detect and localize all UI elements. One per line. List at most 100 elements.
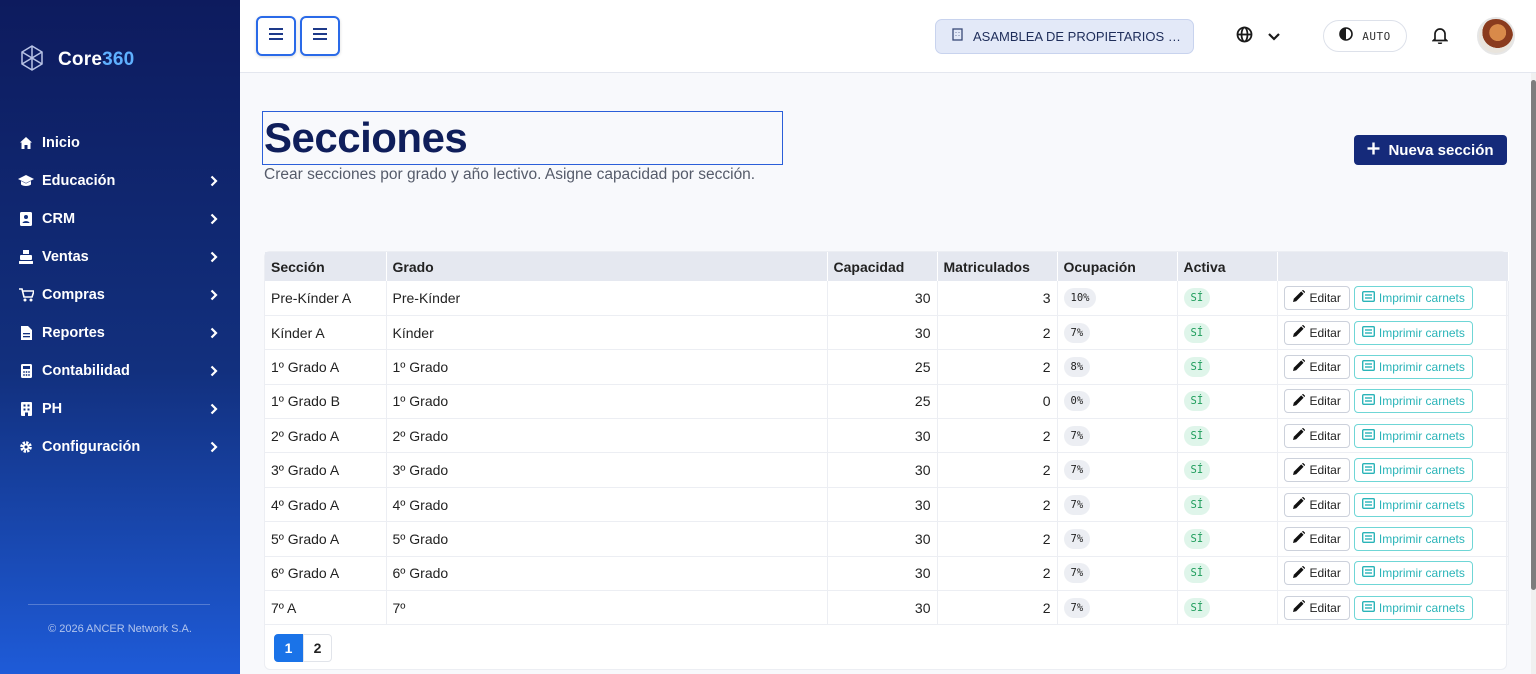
print-cards-button[interactable]: Imprimir carnets [1353,492,1473,517]
sidebar-item-home[interactable]: Inicio [0,124,240,162]
sidebar-item-report-file[interactable]: Reportes [0,314,240,352]
pencil-icon [1292,324,1305,340]
chevron-down-icon [1267,28,1281,46]
sidebar-divider [28,604,210,605]
edit-button[interactable]: Editar [1283,492,1350,517]
chevron-right-icon [208,289,220,301]
cell-matriculados: 2 [937,487,1058,523]
cell-seccion: Pre-Kínder A [265,281,387,316]
cell-capacidad: 30 [827,418,938,454]
sidebar-item-shopping-cart[interactable]: Compras [0,276,240,314]
occupancy-badge: 7% [1063,528,1091,549]
occupancy-badge: 7% [1063,425,1091,446]
occupancy-badge: 0% [1063,391,1091,412]
table-row: 5º Grado A 5º Grado 30 2 7% SÍ Editar Imprimir … [265,521,1509,557]
table-row: 2º Grado A 2º Grado 30 2 7% SÍ Editar Imprimir … [265,418,1509,454]
sections-table-card: Sección Grado Capacidad Matriculados Ocu… [264,251,1509,670]
sidebar-item-label: Contabilidad [42,363,130,379]
pencil-icon [1292,393,1305,409]
cell-matriculados: 2 [937,315,1058,351]
sidebar-item-label: Educación [42,173,116,189]
cell-seccion: 6º Grado A [265,556,387,592]
print-cards-button[interactable]: Imprimir carnets [1353,389,1473,414]
edit-label: Editar [1309,531,1341,546]
active-badge: SÍ [1183,460,1211,481]
column-header-activa[interactable]: Activa [1177,252,1278,281]
sidebar-item-cash-register[interactable]: Ventas [0,238,240,276]
toggle-sidebar-button[interactable] [256,16,296,56]
cell-grado: Pre-Kínder [386,281,828,316]
menu-icon [313,27,327,45]
edit-button[interactable]: Editar [1283,526,1350,551]
user-avatar[interactable] [1477,17,1515,55]
id-card-icon [1361,394,1375,408]
brand-logo[interactable]: Core360 [18,44,134,74]
sidebar-item-graduation-cap[interactable]: Educación [0,162,240,200]
print-cards-button[interactable]: Imprimir carnets [1353,354,1473,379]
menu-toggle-button[interactable] [300,16,340,56]
print-cards-button[interactable]: Imprimir carnets [1353,595,1473,620]
active-badge: SÍ [1183,287,1211,308]
cell-activa: SÍ [1177,315,1278,351]
language-selector[interactable] [1236,26,1281,48]
print-cards-label: Imprimir carnets [1378,531,1465,546]
edit-label: Editar [1309,600,1341,615]
edit-button[interactable]: Editar [1283,389,1350,414]
edit-button[interactable]: Editar [1283,595,1350,620]
cell-actions: Editar Imprimir carnets [1277,452,1509,488]
cell-ocupacion: 7% [1057,556,1178,592]
column-header-matriculados[interactable]: Matriculados [937,252,1058,281]
print-cards-button[interactable]: Imprimir carnets [1353,285,1473,310]
menu-icon [269,27,283,45]
edit-button[interactable]: Editar [1283,354,1350,379]
new-section-button[interactable]: Nueva sección [1354,135,1507,165]
pencil-icon [1292,462,1305,478]
organization-name: ASAMBLEA DE PROPIETARIOS DE ... [973,29,1183,44]
sidebar-item-label: Configuración [42,439,141,455]
edit-button[interactable]: Editar [1283,458,1350,483]
calculator-icon [18,363,34,379]
edit-button[interactable]: Editar [1283,423,1350,448]
occupancy-badge: 7% [1063,322,1091,343]
sidebar-item-calculator[interactable]: Contabilidad [0,352,240,390]
edit-button[interactable]: Editar [1283,285,1350,310]
shopping-cart-icon [18,287,34,303]
cell-activa: SÍ [1177,487,1278,523]
cell-grado: 6º Grado [386,556,828,592]
cell-ocupacion: 7% [1057,487,1178,523]
table-row: 3º Grado A 3º Grado 30 2 7% SÍ Editar Imprimir … [265,452,1509,488]
active-badge: SÍ [1183,391,1211,412]
column-header-seccion[interactable]: Sección [265,252,387,281]
active-badge: SÍ [1183,425,1211,446]
page-button-1[interactable]: 1 [274,634,303,662]
cell-grado: 1º Grado [386,384,828,420]
cell-grado: 7º [386,590,828,626]
cell-grado: 3º Grado [386,452,828,488]
sidebar-item-contact-book[interactable]: CRM [0,200,240,238]
sidebar-item-building[interactable]: PH [0,390,240,428]
edit-button[interactable]: Editar [1283,320,1350,345]
column-header-ocupacion[interactable]: Ocupación [1057,252,1178,281]
print-cards-button[interactable]: Imprimir carnets [1353,320,1473,345]
theme-toggle[interactable]: AUTO [1323,20,1407,52]
organization-selector[interactable]: ASAMBLEA DE PROPIETARIOS DE ... [935,19,1194,54]
edit-button[interactable]: Editar [1283,561,1350,586]
sidebar-item-label: Compras [42,287,105,303]
cell-matriculados: 3 [937,281,1058,316]
cell-seccion: 5º Grado A [265,521,387,557]
cell-capacidad: 25 [827,384,938,420]
sidebar-item-gear[interactable]: Configuración [0,428,240,466]
column-header-grado[interactable]: Grado [386,252,828,281]
theme-mode-label: AUTO [1362,29,1391,43]
plus-icon [1367,142,1380,159]
active-badge: SÍ [1183,494,1211,515]
column-header-capacidad[interactable]: Capacidad [827,252,938,281]
print-cards-button[interactable]: Imprimir carnets [1353,561,1473,586]
print-cards-button[interactable]: Imprimir carnets [1353,423,1473,448]
print-cards-button[interactable]: Imprimir carnets [1353,526,1473,551]
page-button-2[interactable]: 2 [303,634,332,662]
scrollbar-thumb[interactable] [1531,80,1536,590]
print-cards-button[interactable]: Imprimir carnets [1353,458,1473,483]
pencil-icon [1292,531,1305,546]
notifications-button[interactable] [1431,26,1449,49]
